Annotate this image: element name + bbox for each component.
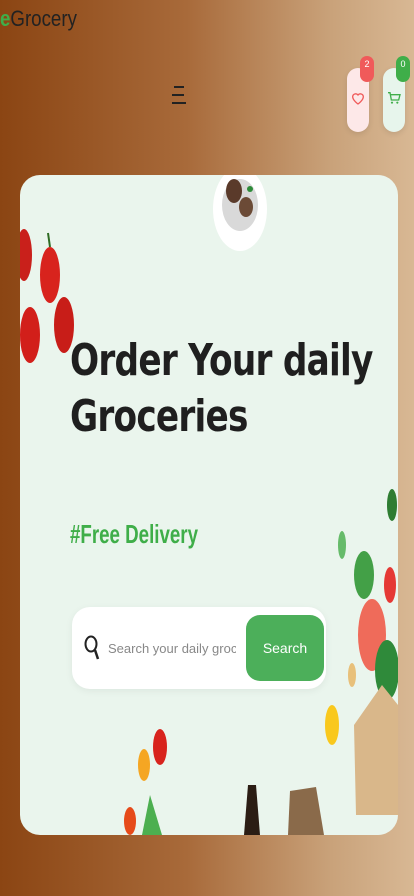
search-bar: Search — [72, 607, 326, 689]
logo-prefix: e — [0, 6, 11, 31]
food-plate-image — [213, 175, 267, 251]
logo-text: Grocery — [10, 6, 77, 31]
brand-logo[interactable]: eGrocery — [0, 6, 77, 32]
hamburger-menu-icon[interactable] — [172, 86, 188, 114]
hero-banner: Order Your daily Groceries #Free Deliver… — [20, 175, 398, 835]
search-input[interactable] — [106, 635, 238, 661]
cart-icon — [388, 92, 401, 104]
hero-title-line2: Groceries — [70, 391, 248, 442]
hero-title-line1: Order Your daily — [70, 335, 373, 386]
free-delivery-tagline: #Free Delivery — [70, 519, 199, 549]
hero-title: Order Your daily Groceries — [70, 333, 373, 445]
cart-count-badge: 0 — [396, 56, 410, 82]
search-icon — [84, 635, 100, 660]
wishlist-count-badge: 2 — [360, 56, 374, 82]
fruits-bottom-image — [124, 729, 324, 835]
heart-icon — [351, 93, 365, 105]
